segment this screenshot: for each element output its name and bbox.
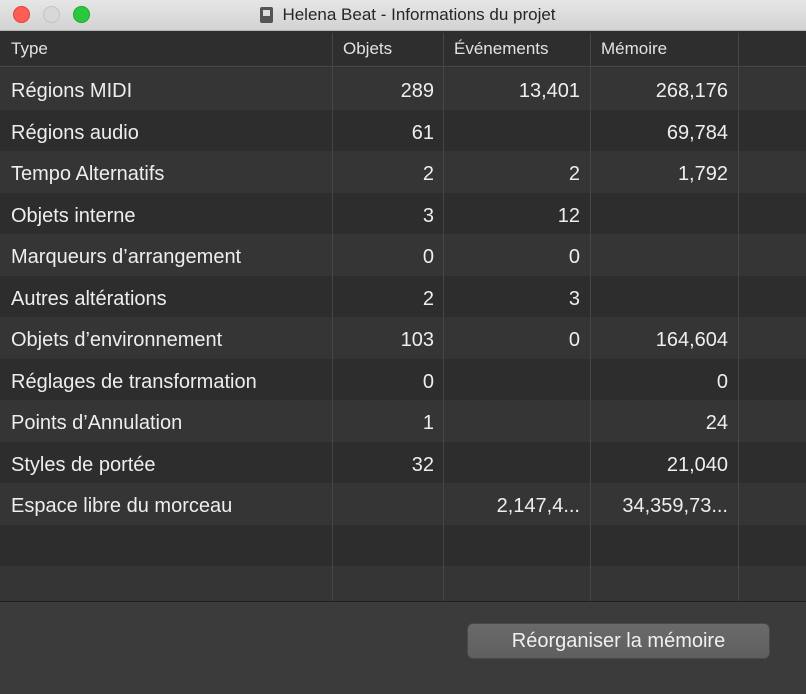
cell-type: Points d’Annulation xyxy=(11,412,183,434)
table-row[interactable]: Marqueurs d’arrangement 0 0 xyxy=(0,237,806,279)
cell-memoire: 0 xyxy=(716,370,728,393)
table-row[interactable]: Styles de portée 32 21,040 xyxy=(0,445,806,487)
cell-objets xyxy=(332,486,434,528)
column-header-type[interactable]: Type xyxy=(0,31,332,67)
cell-objets: 2 xyxy=(422,163,434,185)
cell-type: Objets d’environnement xyxy=(11,329,223,351)
cell-type: Espace libre du morceau xyxy=(11,495,233,517)
cell-memoire xyxy=(590,279,728,321)
reorganize-memory-button[interactable]: Réorganiser la mémoire xyxy=(467,623,770,659)
column-header-evenements[interactable]: Événements xyxy=(443,31,590,67)
cell-memoire: 164,604 xyxy=(655,329,728,351)
cell-objets: 0 xyxy=(422,246,434,268)
cell-memoire xyxy=(590,237,728,279)
cell-type: Tempo Alternatifs xyxy=(11,163,165,185)
table-row[interactable]: Espace libre du morceau 2,147,4... 34,35… xyxy=(0,486,806,528)
cell-objets: 1 xyxy=(422,412,434,434)
cell-objets: 103 xyxy=(400,329,434,351)
cell-type: Objets interne xyxy=(11,204,136,227)
cell-evenements xyxy=(443,362,580,404)
cell-memoire: 69,784 xyxy=(666,121,728,144)
cell-type: Autres altérations xyxy=(11,287,167,310)
table-row[interactable]: Autres altérations 2 3 xyxy=(0,279,806,321)
cell-evenements: 3 xyxy=(568,287,580,310)
window-title: Helena Beat - Informations du projet xyxy=(282,5,556,24)
project-info-window: Helena Beat - Informations du projet Typ… xyxy=(0,0,806,694)
cell-evenements: 2,147,4... xyxy=(496,495,580,517)
title-bar[interactable]: Helena Beat - Informations du projet xyxy=(0,0,806,31)
cell-memoire: 268,176 xyxy=(655,80,728,102)
cell-objets: 3 xyxy=(422,204,434,227)
cell-type: Régions audio xyxy=(11,121,139,144)
cell-objets: 2 xyxy=(422,287,434,310)
table-row[interactable]: Réglages de transformation 0 0 xyxy=(0,362,806,404)
table-row[interactable]: Points d’Annulation 1 24 xyxy=(0,403,806,445)
cell-evenements xyxy=(443,113,580,155)
cell-type: Régions MIDI xyxy=(11,80,133,102)
column-header-objets[interactable]: Objets xyxy=(332,31,443,67)
cell-objets: 289 xyxy=(400,80,434,102)
cell-evenements: 0 xyxy=(568,246,580,268)
table-row[interactable]: Tempo Alternatifs 2 2 1,792 xyxy=(0,154,806,196)
footer-bar: Réorganiser la mémoire xyxy=(0,601,806,694)
table-row[interactable]: Objets d’environnement 103 0 164,604 xyxy=(0,320,806,362)
cell-evenements: 0 xyxy=(568,329,580,351)
close-button[interactable] xyxy=(13,6,30,23)
cell-evenements xyxy=(443,403,580,445)
cell-evenements xyxy=(443,445,580,487)
column-header-memoire[interactable]: Mémoire xyxy=(590,31,738,67)
cell-memoire xyxy=(590,196,728,238)
row-stripe xyxy=(0,524,806,566)
title-group: Helena Beat - Informations du projet xyxy=(0,0,806,30)
minimize-button[interactable] xyxy=(43,6,60,23)
cell-type: Marqueurs d’arrangement xyxy=(11,246,242,268)
cell-evenements: 12 xyxy=(557,204,580,227)
cell-objets: 61 xyxy=(411,121,434,144)
cell-objets: 32 xyxy=(411,453,434,476)
project-info-table: Type Objets Événements Mémoire Régions M… xyxy=(0,31,806,649)
cell-memoire: 34,359,73... xyxy=(622,495,728,517)
cell-evenements: 2 xyxy=(568,163,580,185)
document-icon xyxy=(260,7,274,23)
zoom-button[interactable] xyxy=(73,6,90,23)
cell-type: Styles de portée xyxy=(11,453,156,476)
cell-objets: 0 xyxy=(422,370,434,393)
table-row[interactable]: Régions MIDI 289 13,401 268,176 xyxy=(0,71,806,113)
table-header: Type Objets Événements Mémoire xyxy=(0,31,806,67)
cell-memoire: 1,792 xyxy=(677,163,728,185)
cell-type: Réglages de transformation xyxy=(11,370,257,393)
table-row[interactable]: Régions audio 61 69,784 xyxy=(0,113,806,155)
cell-memoire: 21,040 xyxy=(666,453,728,476)
cell-evenements: 13,401 xyxy=(518,80,580,102)
table-row[interactable]: Objets interne 3 12 xyxy=(0,196,806,238)
cell-memoire: 24 xyxy=(705,412,728,434)
